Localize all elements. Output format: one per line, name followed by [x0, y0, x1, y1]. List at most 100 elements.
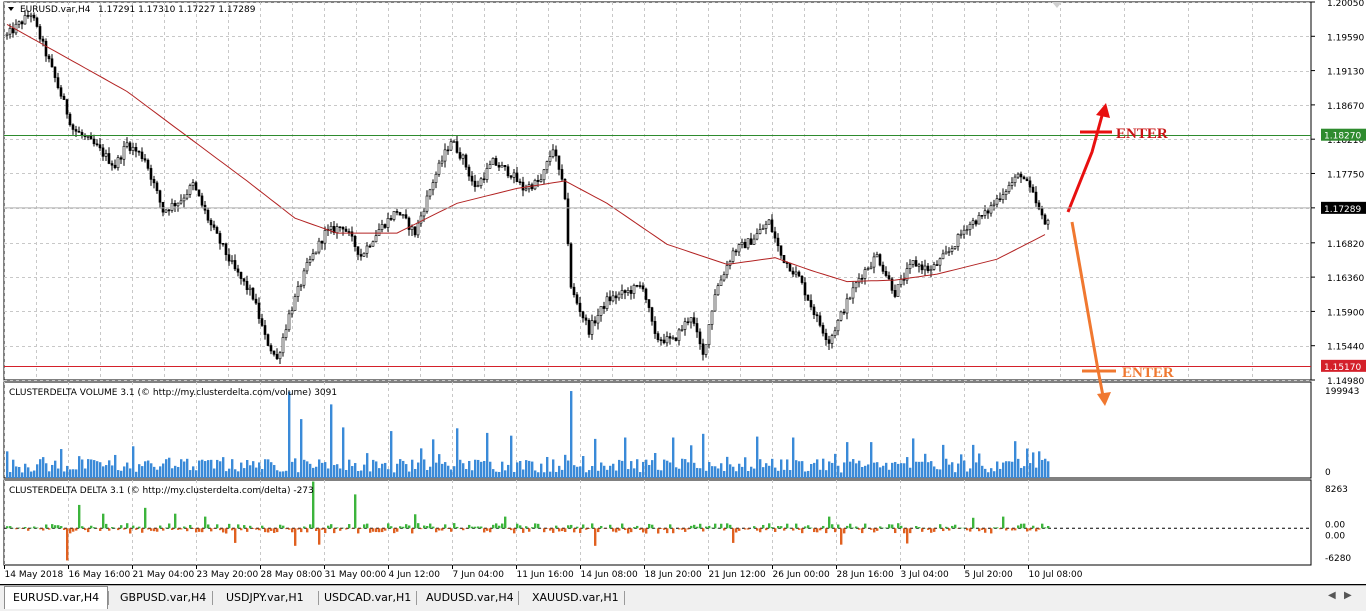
candle-body — [561, 169, 563, 179]
delta-bar — [663, 528, 665, 530]
tab-scroll-left-icon[interactable]: ◀ — [1328, 590, 1336, 601]
volume-bar — [831, 463, 833, 478]
candle-body — [873, 257, 875, 267]
candle-body — [618, 294, 620, 298]
delta-bar — [144, 508, 146, 528]
symbol-tab-2[interactable]: USDJPY.var,H1 — [218, 588, 312, 608]
volume-bar — [252, 461, 254, 478]
volume-bar — [720, 463, 722, 478]
volume-bar — [618, 460, 620, 478]
candle-body — [168, 210, 170, 211]
volume-bar — [168, 458, 170, 478]
symbol-tab-3[interactable]: USDCAD.var,H1 — [316, 588, 419, 608]
delta-bar — [531, 527, 533, 528]
candle-body — [72, 125, 74, 130]
candle-body — [615, 296, 617, 298]
volume-bar — [735, 471, 737, 478]
volume-bar — [144, 461, 146, 478]
delta-bar — [30, 528, 32, 529]
candle-body — [762, 228, 764, 229]
volume-bar — [921, 462, 923, 478]
candle-body — [459, 152, 461, 158]
candle-body — [993, 204, 995, 205]
volume-bar — [894, 462, 896, 478]
volume-bar — [156, 470, 158, 478]
volume-bar — [255, 468, 257, 478]
delta-bar — [150, 528, 152, 531]
delta-bar — [444, 524, 446, 528]
volume-bar — [96, 461, 98, 478]
candle-body — [504, 165, 506, 166]
volume-bar — [150, 463, 152, 478]
symbol-tab-0[interactable]: EURUSD.var,H4 — [4, 586, 108, 609]
candle-body — [288, 314, 290, 330]
volume-bar — [987, 472, 989, 478]
candle-body — [1035, 192, 1037, 203]
volume-bar — [801, 461, 803, 478]
delta-bar — [54, 525, 56, 528]
volume-bar — [75, 469, 77, 478]
candle-body — [723, 275, 725, 280]
time-axis-label: 3 Jul 04:00 — [901, 570, 950, 580]
volume-bar — [264, 459, 266, 478]
delta-bar — [558, 528, 560, 531]
delta-bar — [321, 528, 323, 529]
volume-bar — [813, 463, 815, 478]
candle-body — [852, 288, 854, 298]
chart-canvas[interactable]: ENTERENTER 1.200501.195901.191301.186701… — [0, 0, 1366, 585]
candle-body — [435, 174, 437, 182]
volume-bar — [516, 462, 518, 478]
candle-body — [90, 136, 92, 139]
candle-body — [246, 281, 248, 289]
delta-bar — [78, 505, 80, 528]
delta-axis-label: 0.00 — [1325, 520, 1345, 530]
delta-bar — [699, 524, 701, 529]
candle-body — [651, 308, 653, 322]
delta-bar — [318, 528, 320, 544]
candle-body — [219, 233, 221, 243]
volume-bar — [603, 466, 605, 478]
candle-body — [810, 300, 812, 307]
volume-bar — [948, 465, 950, 478]
symbol-tab-4[interactable]: AUDUSD.var,H4 — [418, 588, 522, 608]
delta-bar — [24, 527, 26, 528]
candle-body — [984, 211, 986, 216]
delta-bar — [495, 523, 497, 528]
candle-body — [552, 150, 554, 157]
candle-body — [285, 330, 287, 338]
volume-bar — [99, 462, 101, 478]
delta-bar — [798, 528, 800, 530]
symbol-tab-1[interactable]: GBPUSD.var,H4 — [112, 588, 214, 608]
candle-body — [621, 290, 623, 294]
volume-bar — [1002, 463, 1004, 478]
volume-bar — [171, 468, 173, 478]
delta-bar — [474, 527, 476, 529]
delta-bar — [423, 526, 425, 529]
delta-bar — [588, 528, 590, 529]
volume-bar — [681, 459, 683, 478]
candle-body — [465, 155, 467, 167]
symbol-tab-5[interactable]: XAUUSD.var,H1 — [524, 588, 627, 608]
price-axis-label: 1.20050 — [1327, 0, 1364, 9]
delta-bar — [1035, 528, 1037, 531]
delta-bar — [510, 528, 512, 530]
delta-bar — [831, 524, 833, 528]
tab-scroll-right-icon[interactable]: ▶ — [1344, 590, 1352, 601]
delta-bar — [483, 528, 485, 532]
candle-body — [330, 226, 332, 229]
delta-bar — [21, 528, 23, 529]
candle-body — [6, 34, 8, 35]
candle-body — [399, 212, 401, 215]
delta-bar — [492, 525, 494, 528]
volume-bar — [888, 470, 890, 478]
delta-bar — [615, 528, 617, 532]
volume-bar — [273, 465, 275, 478]
delta-bar — [681, 528, 683, 529]
delta-bar — [66, 528, 68, 560]
delta-bar — [471, 527, 473, 529]
candle-body — [159, 191, 161, 203]
candle-body — [687, 322, 689, 323]
delta-bar — [36, 528, 38, 529]
volume-bar — [924, 454, 926, 478]
candle-body — [609, 297, 611, 301]
